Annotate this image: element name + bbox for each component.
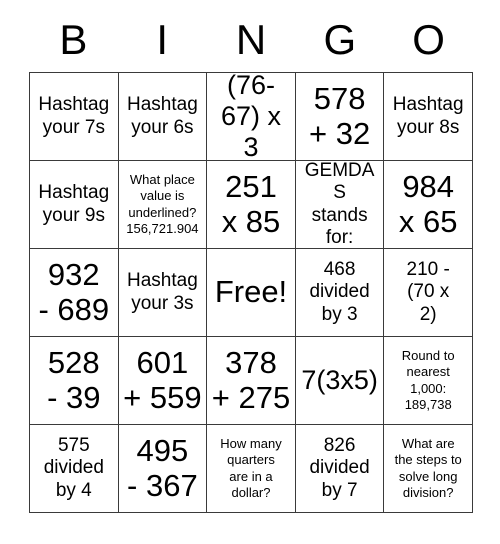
- bingo-cell-r5c5[interactable]: What are the steps to solve long divisio…: [384, 425, 473, 513]
- bingo-cell-text: How many quarters are in a dollar?: [220, 436, 282, 500]
- bingo-cell-text: 528 - 39: [47, 344, 101, 415]
- bingo-cell-text: 7(3x5): [301, 365, 378, 396]
- bingo-cell-text: What place value is underlined? 156,721.…: [126, 172, 199, 236]
- bingo-cell-text: Hashtag your 8s: [392, 94, 464, 138]
- bingo-cell-text: 468 divided by 3: [309, 258, 370, 325]
- bingo-cell-text: Hashtag your 3s: [127, 270, 198, 314]
- bingo-cell-text: 251 x 85: [221, 168, 281, 239]
- bingo-cell-r4c2[interactable]: 601 + 559: [118, 337, 208, 425]
- bingo-header-row: B I N G O: [29, 8, 473, 72]
- bingo-cell-r2c2[interactable]: What place value is underlined? 156,721.…: [118, 161, 208, 249]
- bingo-cell-r5c2[interactable]: 495 - 367: [118, 425, 208, 513]
- bingo-cell-text: Hashtag your 7s: [38, 94, 110, 138]
- bingo-cell-text: Hashtag your 9s: [38, 182, 110, 226]
- bingo-cell-text: 378 + 275: [211, 344, 291, 415]
- bingo-cell-text: Free!: [214, 274, 288, 310]
- bingo-card: B I N G O Hashtag your 7s Hashtag your 6…: [29, 8, 473, 513]
- bingo-header-letter-b: B: [59, 16, 88, 63]
- bingo-cell-r1c5[interactable]: Hashtag your 8s: [384, 73, 473, 161]
- bingo-cell-text: 495 - 367: [127, 432, 198, 503]
- bingo-cell-r4c5[interactable]: Round to nearest 1,000: 189,738: [384, 337, 473, 425]
- bingo-cell-text: Hashtag your 6s: [127, 94, 198, 138]
- bingo-cell-r2c5[interactable]: 984 x 65: [384, 161, 473, 249]
- bingo-cell-r2c4[interactable]: GEMDAS stands for:: [295, 161, 385, 249]
- bingo-cell-r3c5[interactable]: 210 - (70 x 2): [384, 249, 473, 337]
- bingo-header-letter-n: N: [235, 16, 267, 63]
- bingo-cell-r2c1[interactable]: Hashtag your 9s: [30, 161, 119, 249]
- bingo-cell-r4c3[interactable]: 378 + 275: [207, 337, 296, 425]
- bingo-cell-r1c3[interactable]: (76- 67) x 3: [207, 73, 296, 161]
- bingo-cell-r5c1[interactable]: 575 divided by 4: [30, 425, 119, 513]
- bingo-cell-r1c4[interactable]: 578 + 32: [295, 73, 385, 161]
- bingo-cell-r5c4[interactable]: 826 divided by 7: [295, 425, 385, 513]
- bingo-header-letter-i: I: [156, 16, 169, 63]
- bingo-cell-text: 575 divided by 4: [43, 434, 104, 501]
- bingo-cell-r4c4[interactable]: 7(3x5): [295, 337, 385, 425]
- bingo-cell-r3c1[interactable]: 932 - 689: [30, 249, 119, 337]
- bingo-cell-r3c4[interactable]: 468 divided by 3: [295, 249, 385, 337]
- bingo-cell-free-space[interactable]: Free!: [207, 249, 296, 337]
- bingo-grid: Hashtag your 7s Hashtag your 6s (76- 67)…: [29, 72, 473, 513]
- bingo-cell-r4c1[interactable]: 528 - 39: [30, 337, 119, 425]
- bingo-cell-text: 578 + 32: [308, 80, 371, 151]
- bingo-cell-text: 984 x 65: [398, 168, 458, 239]
- bingo-cell-r1c1[interactable]: Hashtag your 7s: [30, 73, 119, 161]
- bingo-cell-r5c3[interactable]: How many quarters are in a dollar?: [207, 425, 296, 513]
- bingo-header-letter-g: G: [323, 16, 357, 63]
- bingo-cell-text: GEMDAS stands for:: [304, 161, 375, 248]
- bingo-header-letter-o: O: [412, 16, 445, 63]
- bingo-cell-text: What are the steps to solve long divisio…: [394, 436, 462, 500]
- bingo-cell-text: 826 divided by 7: [309, 434, 370, 501]
- bingo-cell-r3c2[interactable]: Hashtag your 3s: [118, 249, 208, 337]
- bingo-cell-text: (76- 67) x 3: [220, 73, 281, 161]
- bingo-cell-text: 932 - 689: [38, 256, 110, 327]
- bingo-cell-r1c2[interactable]: Hashtag your 6s: [118, 73, 208, 161]
- bingo-cell-text: 210 - (70 x 2): [406, 258, 450, 325]
- bingo-cell-text: Round to nearest 1,000: 189,738: [401, 348, 455, 412]
- bingo-cell-r2c3[interactable]: 251 x 85: [207, 161, 296, 249]
- bingo-cell-text: 601 + 559: [123, 344, 202, 415]
